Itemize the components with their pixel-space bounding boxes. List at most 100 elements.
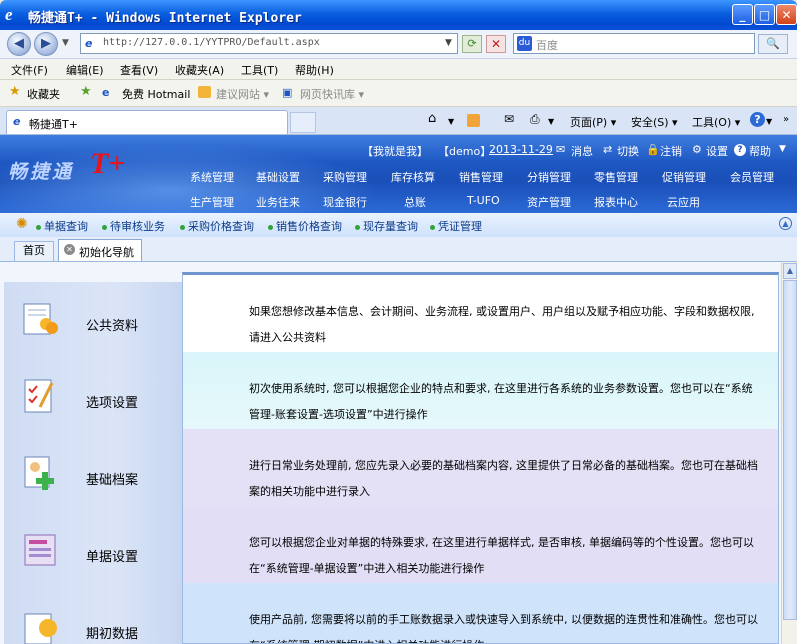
quick-purchase-price[interactable]: 采购价格查询 [180, 218, 254, 234]
quick-dot-icon [268, 224, 273, 230]
nav-report-center[interactable]: 报表中心 [594, 194, 638, 210]
tab-title: 畅捷通T+ [29, 118, 78, 131]
close-button[interactable]: ✕ [776, 4, 797, 25]
scrollbar-thumb[interactable] [783, 280, 797, 620]
quick-label: 现存量查询 [363, 220, 418, 233]
quick-access-bar: ✺ 单据查询 待审核业务 采购价格查询 销售价格查询 现存量查询 凭证管理 ▲ [0, 213, 797, 238]
menu-edit[interactable]: 编辑(E) [66, 62, 104, 78]
nav-cash-bank[interactable]: 现金银行 [323, 194, 367, 210]
address-dropdown-icon[interactable]: ▼ [445, 38, 452, 48]
quick-label: 单据查询 [44, 220, 88, 233]
help-dropdown-icon[interactable]: ▼ [766, 117, 772, 126]
quick-pending-review[interactable]: 待审核业务 [102, 218, 165, 234]
tab-home[interactable]: 首页 [14, 241, 54, 261]
quick-voucher-management[interactable]: 凭证管理 [430, 218, 482, 234]
login-date[interactable]: 2013-11-29 [489, 143, 553, 156]
nav-business-contacts[interactable]: 业务往来 [256, 194, 300, 210]
window-titlebar: e 畅捷通T+ - Windows Internet Explorer _ □ … [0, 0, 797, 30]
nav-basic-settings[interactable]: 基础设置 [256, 169, 300, 185]
help-link[interactable]: 帮助 [749, 143, 771, 159]
stop-icon[interactable]: ✕ [486, 35, 506, 53]
feeds-icon[interactable] [467, 114, 480, 127]
nav-general-ledger[interactable]: 总账 [404, 194, 426, 210]
hotmail-icon: e [102, 86, 110, 99]
command-safety[interactable]: 安全(S) ▾ [631, 114, 678, 130]
address-input[interactable]: e http://127.0.0.1/YYTPRO/Default.aspx ▼ [80, 33, 458, 54]
nav-cloud-apps[interactable]: 云应用 [667, 194, 700, 210]
nav-purchase[interactable]: 采购管理 [323, 169, 367, 185]
nav-promotion[interactable]: 促销管理 [662, 169, 706, 185]
nav-t-ufo[interactable]: T-UFO [467, 194, 500, 207]
favorite-suggested-sites[interactable]: 建议网站 ▾ [216, 86, 269, 102]
description-opening-data: 使用产品前, 您需要将以前的手工账数据录入或快速导入到系统中, 以便数据的连贯性… [249, 613, 758, 643]
sidebar-item-document-settings[interactable]: 单据设置 [4, 513, 184, 590]
favorite-web-slices[interactable]: 网页快讯库 ▾ [300, 86, 364, 102]
nav-system-management[interactable]: 系统管理 [190, 169, 234, 185]
nav-production[interactable]: 生产管理 [190, 194, 234, 210]
nav-membership[interactable]: 会员管理 [730, 169, 774, 185]
home-icon[interactable]: ⌂ [428, 111, 436, 126]
menu-file[interactable]: 文件(F) [11, 62, 48, 78]
description-document-settings: 您可以根据您企业对单据的特殊要求, 在这里进行单据样式, 是否审核, 单据编码等… [249, 536, 754, 575]
tab-close-icon[interactable]: ✕ [64, 244, 75, 255]
description-row: 使用产品前, 您需要将以前的手工账数据录入或快速导入到系统中, 以便数据的连贯性… [183, 583, 778, 643]
account-name: 【demo】 [438, 145, 492, 158]
baidu-icon: du [517, 36, 532, 51]
switch-link[interactable]: 切换 [617, 143, 639, 159]
nav-retail[interactable]: 零售管理 [594, 169, 638, 185]
menu-favorites[interactable]: 收藏夹(A) [175, 62, 224, 78]
description-row: 如果您想修改基本信息、会计期间、业务流程, 或设置用户、用户组以及赋予相应功能、… [183, 275, 778, 352]
quick-dot-icon [36, 224, 41, 230]
menu-help[interactable]: 帮助(H) [295, 62, 334, 78]
maximize-button[interactable]: □ [754, 4, 775, 25]
command-page[interactable]: 页面(P) ▾ [570, 114, 616, 130]
favorite-hotmail[interactable]: 免费 Hotmail [122, 86, 190, 102]
back-button[interactable]: ◀ [7, 32, 31, 56]
favorites-button[interactable]: 收藏夹 [27, 86, 60, 102]
description-row: 您可以根据您企业对单据的特殊要求, 在这里进行单据样式, 是否审核, 单据编码等… [183, 506, 778, 583]
browser-tab-active[interactable]: e 畅捷通T+ [6, 110, 288, 134]
new-tab-button[interactable] [290, 112, 316, 133]
print-icon[interactable]: ⎙ [530, 112, 540, 127]
collapse-header-icon[interactable]: ▲ [779, 217, 792, 230]
sidebar-item-label: 期初数据 [86, 627, 139, 642]
nav-inventory[interactable]: 库存核算 [391, 169, 435, 185]
vertical-scrollbar[interactable]: ▲ [781, 262, 797, 644]
quick-dot-icon [355, 224, 360, 230]
tab-init-navigation[interactable]: ✕ 初始化导航 [58, 239, 142, 261]
nav-sales[interactable]: 销售管理 [459, 169, 503, 185]
mail-icon[interactable]: ✉ [504, 112, 514, 126]
sidebar-item-opening-data[interactable]: 期初数据 [4, 590, 184, 644]
sidebar-item-option-settings[interactable]: 选项设置 [4, 359, 184, 436]
app-header: 畅捷通 T+ 【我就是我】 【demo】 2013-11-29 ✉ 消息 ⇄ 切… [0, 135, 797, 213]
scroll-up-arrow-icon[interactable]: ▲ [783, 263, 797, 279]
command-tools[interactable]: 工具(O) ▾ [692, 114, 740, 130]
quick-voucher-query[interactable]: 单据查询 [36, 218, 88, 234]
quick-sales-price[interactable]: 销售价格查询 [268, 218, 342, 234]
sidebar-item-label: 选项设置 [86, 396, 139, 411]
history-dropdown-icon[interactable]: ▼ [62, 38, 69, 48]
refresh-icon[interactable]: ⟳ [462, 35, 482, 53]
sidebar-item-basic-archives[interactable]: 基础档案 [4, 436, 184, 513]
search-input[interactable]: du 百度 [513, 33, 755, 54]
settings-link[interactable]: 设置 [706, 143, 728, 159]
menu-view[interactable]: 查看(V) [120, 62, 158, 78]
quick-stock-query[interactable]: 现存量查询 [355, 218, 418, 234]
add-favorite-icon[interactable]: ★ [80, 84, 92, 99]
help-icon[interactable]: ? [750, 112, 765, 127]
nav-distribution[interactable]: 分销管理 [527, 169, 571, 185]
toolbar-more-icon[interactable]: » [783, 114, 789, 125]
logout-link[interactable]: 注销 [660, 143, 682, 159]
quick-dot-icon [102, 224, 107, 230]
basic-archives-icon [24, 456, 54, 490]
forward-button[interactable]: ▶ [34, 32, 58, 56]
messages-link[interactable]: 消息 [571, 143, 593, 159]
menu-tools[interactable]: 工具(T) [241, 62, 278, 78]
minimize-button[interactable]: _ [732, 4, 753, 25]
search-icon[interactable]: 🔍 [758, 34, 788, 54]
sidebar-item-public-data[interactable]: 公共资料 [4, 282, 184, 359]
help-dropdown-arrow-icon[interactable]: ▼ [779, 144, 786, 154]
nav-assets[interactable]: 资产管理 [527, 194, 571, 210]
print-dropdown-icon[interactable]: ▼ [548, 117, 554, 126]
home-dropdown-icon[interactable]: ▼ [448, 117, 454, 126]
